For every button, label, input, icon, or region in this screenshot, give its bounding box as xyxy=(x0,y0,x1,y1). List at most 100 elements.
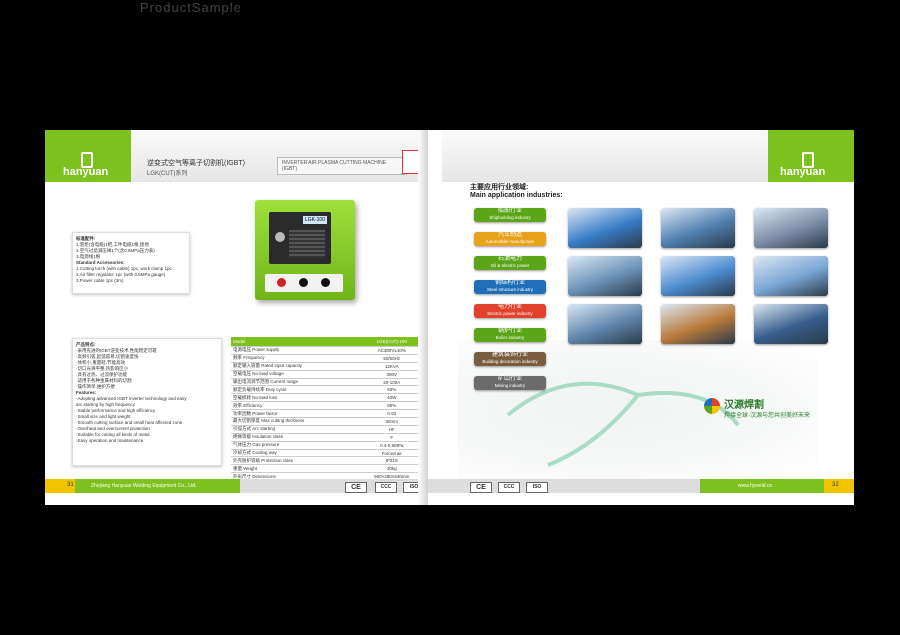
industry-label-en: Electric power industry xyxy=(487,311,533,316)
industry-label-cn: 石油电力 xyxy=(497,256,522,262)
industry-button[interactable]: 电力行业 Electric power industry xyxy=(474,304,546,318)
logo-mark-icon xyxy=(802,152,814,168)
industry-label-cn: 钢结构行业 xyxy=(494,280,525,286)
spec-label: 引弧方式 Arc starting xyxy=(231,425,359,434)
spec-label: 外壳防护等级 Protection class xyxy=(231,456,359,466)
spec-label: 效率 Efficiency xyxy=(231,401,359,411)
spec-row: 冷却方式 Cooling way Forced air xyxy=(231,449,425,458)
ccc-mark-icon: CCC xyxy=(498,482,520,493)
industry-button[interactable]: 钢结构行业 Steel structure industry xyxy=(474,280,546,294)
mining-trucks-photo xyxy=(661,304,735,344)
spec-label: 额定负载持续率 Duty cycle xyxy=(231,385,359,395)
spec-value: 300V xyxy=(358,370,425,379)
train-photo xyxy=(754,208,828,248)
spec-row: 效率 Efficiency 85% xyxy=(231,401,425,411)
steel-beams-photo xyxy=(661,256,735,296)
features-panel: 产品特点: ·采用先进的IGBT逆变技术,性能稳定可靠 ·高频引弧,起弧容易,切… xyxy=(72,338,222,466)
industry-label-en: Mining industry xyxy=(494,383,526,388)
spec-label: 冷却方式 Cooling way xyxy=(231,449,359,458)
heading-en: Main application industries: xyxy=(470,192,563,199)
right-page-number: 32 xyxy=(832,482,839,488)
left-footer: 31 Zhejiang Hanyuan Welding Equipment Co… xyxy=(45,479,428,493)
spec-value: 40W xyxy=(358,393,425,403)
industry-label-en: Boiler industry xyxy=(495,335,525,340)
socket-icon xyxy=(299,278,308,287)
header-model: LGK(CUT)系列 xyxy=(147,171,188,177)
industry-label-en: Building decoration industry xyxy=(482,359,538,364)
industry-button[interactable]: 汽车制造 Automobile manufacture xyxy=(474,232,546,246)
spec-row: 空载电压 No-load voltage 300V xyxy=(231,370,425,379)
steel-structure-photo xyxy=(661,208,735,248)
machine-grille xyxy=(289,230,325,258)
spec-row: 最大切割厚度 Max cutting thickness 30mm xyxy=(231,417,425,426)
industry-label-cn: 矿山行业 xyxy=(497,376,522,382)
brand-slogan: 焊接全球·汉源与您共创美好未来 xyxy=(724,413,810,419)
machine-knob-icon xyxy=(275,232,285,242)
machine-front-panel: LGK-100 xyxy=(269,212,331,264)
machine-outputs xyxy=(265,274,343,292)
socket-icon xyxy=(277,278,286,287)
spec-row: 频率 Frequency 50/60Hz xyxy=(231,354,425,363)
spec-label: 重量 Weight xyxy=(231,464,359,474)
website[interactable]: www.hyweld.cn xyxy=(738,483,772,489)
spec-value: 30mm xyxy=(358,417,425,426)
spec-label: 额定输入容量 Rated input capacity xyxy=(231,362,359,371)
spec-value: 30kg xyxy=(358,464,425,474)
spec-label: 功率因数 Power factor xyxy=(231,409,359,419)
spec-table-wrap: Model LGK(CUT)-100 电源电压 Power supply AC380V… xyxy=(231,337,425,482)
industry-button[interactable]: 船舶行业 Shipbuilding industry xyxy=(474,208,546,222)
spec-value: Forced air xyxy=(358,449,425,458)
airplane-photo xyxy=(754,256,828,296)
spec-row: 绝缘等级 Insulation class F xyxy=(231,433,425,442)
spec-row: 气体压力 Gas pressure 0.4-0.6MPa xyxy=(231,441,425,450)
spec-value: F xyxy=(358,433,425,442)
industry-label-cn: 锅炉行业 xyxy=(497,328,522,334)
spec-value: 85% xyxy=(358,401,425,411)
spec-row: 输出电流调节范围 Current range 20-100A xyxy=(231,378,425,387)
spec-value: 50/60Hz xyxy=(358,354,425,363)
ce-mark-icon: CE xyxy=(470,482,492,493)
machine-image: LGK-100 xyxy=(255,200,355,300)
industry-label-en: Shipbuilding industry xyxy=(489,215,531,220)
industry-label-cn: 电力行业 xyxy=(497,304,522,310)
industry-label-en: Steel structure industry xyxy=(486,287,534,292)
spec-label: 最大切割厚度 Max cutting thickness xyxy=(231,417,359,426)
accessory-line-en: 3.Power cable 1pc (3m) xyxy=(76,278,124,283)
industry-button[interactable]: 石油电力 Oil & electric power xyxy=(474,256,546,270)
industry-button[interactable]: 建筑装饰行业 Building decoration industry xyxy=(474,352,546,366)
spec-row: 外壳防护等级 Protection class IP21S xyxy=(231,456,425,466)
right-page: hanyuan 主要应用行业领域: Main application indus… xyxy=(428,130,854,505)
industry-label-en: Automobile manufacture xyxy=(485,239,535,244)
spec-value: LGK(CUT)-100 xyxy=(358,337,425,347)
brand-logo-icon xyxy=(704,398,720,414)
spec-row: 功率因数 Power factor 0.93 xyxy=(231,409,425,419)
brand-cn: 汉源焊割 xyxy=(724,400,764,411)
spec-label: 空载电压 No-load voltage xyxy=(231,370,359,379)
header-title-cn: 逆变式空气等离子切割机(IGBT) xyxy=(147,160,245,167)
accessories-panel: 标准配件: 1.割炬(含电缆)1把,工件电缆1根,接地 2.空气过滤减压阀1个(… xyxy=(72,232,190,294)
right-header-bar xyxy=(442,130,768,182)
oil-tanks-photo xyxy=(568,256,642,296)
industry-label-cn: 建筑装饰行业 xyxy=(491,352,528,358)
socket-icon xyxy=(321,278,330,287)
spec-value: 12KVA xyxy=(358,362,425,371)
left-page: hanyuan 逆变式空气等离子切割机(IGBT) LGK(CUT)系列 INV… xyxy=(45,130,428,505)
spec-label: 电源电压 Power supply xyxy=(231,346,359,355)
company-name: Zhejiang Hanyuan Welding Equipment Co., … xyxy=(91,483,197,489)
spec-value: 0.4-0.6MPa xyxy=(358,441,425,450)
spec-label: 频率 Frequency xyxy=(231,354,359,363)
spec-value: 60% xyxy=(358,385,425,395)
heading-cn: 主要应用行业领域: xyxy=(470,184,529,191)
spec-row: 电源电压 Power supply AC380V±10% xyxy=(231,346,425,355)
spec-value: 20-100A xyxy=(358,378,425,387)
building-photo xyxy=(568,304,642,344)
ce-mark-icon: CE xyxy=(345,482,367,493)
spec-row: 重量 Weight 30kg xyxy=(231,464,425,474)
industry-button[interactable]: 锅炉行业 Boiler industry xyxy=(474,328,546,342)
industry-label-en: Oil & electric power xyxy=(490,263,530,268)
industry-label-cn: 汽车制造 xyxy=(497,232,522,238)
spec-row: 额定负载持续率 Duty cycle 60% xyxy=(231,385,425,395)
header-product-box: INVERTER AIR PLASMA CUTTING MACHINE (IGB… xyxy=(277,157,407,175)
spec-row: 空载损耗 No-load loss 40W xyxy=(231,393,425,403)
industry-button[interactable]: 矿山行业 Mining industry xyxy=(474,376,546,390)
